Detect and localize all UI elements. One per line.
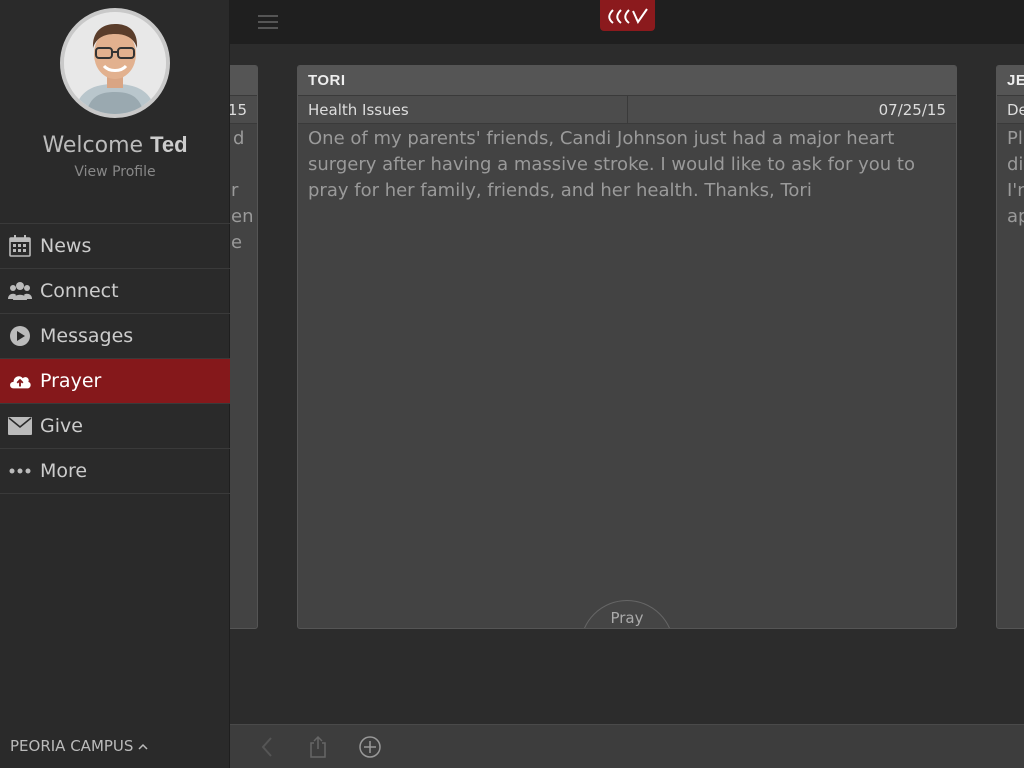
user-photo-icon xyxy=(64,12,166,114)
menu-item-label: Connect xyxy=(40,280,119,302)
card-body-text: One of my parents' friends, Candi Johnso… xyxy=(308,128,915,201)
cloud-upload-icon xyxy=(8,369,32,393)
bottom-toolbar xyxy=(230,724,1024,768)
campus-selector[interactable]: PEORIA CAMPUS xyxy=(10,737,148,755)
drawer-menu: News Connect Messages Prayer Give More xyxy=(0,223,230,494)
menu-item-news[interactable]: News xyxy=(0,224,230,269)
pray-button[interactable]: Pray xyxy=(580,600,674,628)
card-category: Health Issues xyxy=(298,96,628,123)
main-content: 15 d r en e TORI Health Issues 07/25/15 … xyxy=(230,0,1024,768)
menu-item-messages[interactable]: Messages xyxy=(0,314,230,359)
campus-name: PEORIA CAMPUS xyxy=(10,737,134,755)
card-subheader: De xyxy=(997,96,1024,124)
navigation-drawer: Welcome Ted View Profile News Connect Me… xyxy=(0,0,230,768)
logo-mark-icon xyxy=(607,7,648,24)
card-text-fragment: en xyxy=(231,206,254,227)
card-text-fragment: I'n xyxy=(1007,180,1024,201)
menu-item-label: Give xyxy=(40,415,83,437)
card-date: 07/25/15 xyxy=(878,101,946,119)
menu-item-connect[interactable]: Connect xyxy=(0,269,230,314)
welcome-prefix: Welcome xyxy=(42,133,144,158)
menu-item-label: Prayer xyxy=(40,370,102,392)
add-circle-icon[interactable] xyxy=(358,735,382,759)
menu-item-prayer[interactable]: Prayer xyxy=(0,359,230,404)
card-subheader: Health Issues 07/25/15 xyxy=(298,96,956,124)
top-bar xyxy=(230,0,1024,44)
card-text-fragment: ap xyxy=(1007,206,1024,227)
card-category: De xyxy=(1007,101,1024,119)
calendar-icon xyxy=(8,234,32,258)
envelope-icon xyxy=(8,414,32,438)
chevron-up-icon xyxy=(138,737,148,755)
card-text-fragment: e xyxy=(231,232,243,253)
view-profile-link[interactable]: View Profile xyxy=(0,164,230,180)
back-icon[interactable] xyxy=(256,735,280,759)
welcome-message: Welcome Ted xyxy=(0,132,230,158)
play-circle-icon xyxy=(8,324,32,348)
card-date: 15 xyxy=(230,101,247,119)
card-header xyxy=(230,66,257,96)
menu-item-more[interactable]: More xyxy=(0,449,230,494)
card-text-fragment: r xyxy=(231,180,239,201)
people-icon xyxy=(8,279,32,303)
card-text-fragment: Pl xyxy=(1007,128,1023,149)
more-dots-icon xyxy=(8,459,32,483)
card-text-fragment: dis xyxy=(1007,154,1024,175)
card-text-fragment: d xyxy=(233,128,245,149)
menu-item-give[interactable]: Give xyxy=(0,404,230,449)
menu-item-label: Messages xyxy=(40,325,134,347)
hamburger-menu-icon[interactable] xyxy=(258,15,278,29)
card-author-name: JEI xyxy=(997,66,1024,96)
prayer-card-previous[interactable]: 15 d r en e xyxy=(230,65,258,629)
card-author-name: TORI xyxy=(298,66,956,96)
menu-item-label: More xyxy=(40,460,88,482)
prayer-card[interactable]: TORI Health Issues 07/25/15 One of my pa… xyxy=(297,65,957,629)
card-subheader: 15 xyxy=(230,96,257,124)
menu-item-label: News xyxy=(40,235,92,257)
avatar[interactable] xyxy=(60,8,170,118)
share-icon[interactable] xyxy=(306,735,330,759)
prayer-card-next[interactable]: JEI De Pl dis I'n ap xyxy=(996,65,1024,629)
user-name: Ted xyxy=(150,132,188,157)
app-logo[interactable] xyxy=(600,0,655,31)
